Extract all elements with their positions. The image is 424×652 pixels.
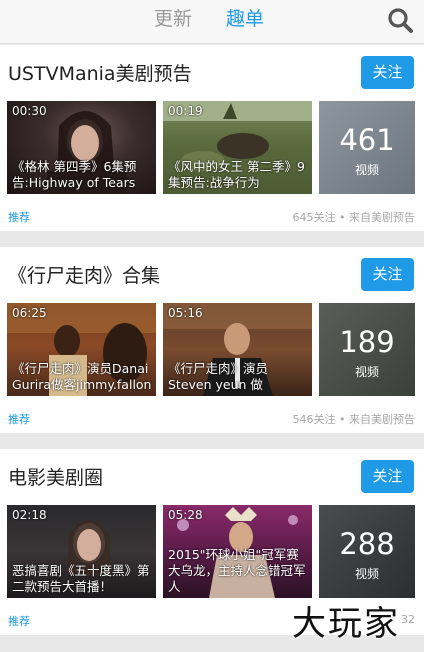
video-count-label: 视频: [354, 163, 379, 177]
tab-update[interactable]: 更新: [154, 6, 192, 32]
card-meta: 546关注 • 来自美剧预告: [292, 413, 415, 426]
video-count-label: 视频: [354, 365, 379, 379]
video-duration: 05:16: [168, 306, 203, 320]
card-title[interactable]: 电影美剧圈: [8, 466, 103, 490]
video-count-tile[interactable]: 461 视频: [319, 101, 415, 194]
tab-playlist[interactable]: 趣单: [226, 6, 264, 32]
video-thumbnail[interactable]: 06:25 《行尸走肉》演员Danai Gurira做客jimmy.fallon: [7, 303, 156, 396]
video-count: 288: [339, 527, 395, 561]
recommend-tag: 推荐: [8, 211, 30, 224]
video-thumbnail[interactable]: 02:18 恶搞喜剧《五十度黑》第二款预告大首播！: [7, 505, 156, 598]
playlist-card[interactable]: 《行尸走肉》合集 关注 06:25 《行尸走肉》演员Danai Gurira做客…: [0, 247, 424, 433]
card-meta: 645关注 • 来自美剧预告: [292, 211, 415, 224]
video-thumbnail[interactable]: 05:28 2015"环球小姐"冠军赛大乌龙，主持人念错冠军人: [163, 505, 312, 598]
video-caption: 2015"环球小姐"冠军赛大乌龙，主持人念错冠军人: [168, 547, 306, 594]
top-bar: 更新 趣单: [0, 0, 424, 44]
video-duration: 05:28: [168, 508, 203, 522]
video-count: 189: [339, 325, 395, 359]
video-count-tile[interactable]: 189 视频: [319, 303, 415, 396]
video-duration: 00:30: [12, 104, 47, 118]
video-caption: 《行尸走肉》演员Danai Gurira做客jimmy.fallon: [12, 361, 152, 392]
recommend-tag: 推荐: [8, 615, 30, 628]
card-title[interactable]: USTVMania美剧预告: [8, 62, 192, 86]
watermark-logo: 大玩家: [292, 604, 400, 644]
video-thumbnail[interactable]: 00:30 《格林 第四季》6集预告:Highway of Tears: [7, 101, 156, 194]
video-count-tile[interactable]: 288 视频: [319, 505, 415, 598]
video-caption: 《格林 第四季》6集预告:Highway of Tears: [12, 159, 137, 190]
video-caption: 《行尸走肉》演员Steven yeun 做: [168, 361, 269, 392]
playlist-card[interactable]: USTVMania美剧预告 关注 00:30 《格林 第四季》6集预告:High…: [0, 45, 424, 231]
video-caption: 恶搞喜剧《五十度黑》第二款预告大首播！: [12, 563, 150, 594]
follow-button[interactable]: 关注: [361, 258, 414, 291]
video-count-label: 视频: [354, 567, 379, 581]
video-duration: 06:25: [12, 306, 47, 320]
video-thumbnail[interactable]: 05:16 《行尸走肉》演员Steven yeun 做: [163, 303, 312, 396]
recommend-tag: 推荐: [8, 413, 30, 426]
video-thumbnail[interactable]: 00:19 《风中的女王 第二季》9集预告:战争行为: [163, 101, 312, 194]
card-title[interactable]: 《行尸走肉》合集: [8, 264, 160, 288]
follow-button[interactable]: 关注: [361, 460, 414, 493]
follow-button[interactable]: 关注: [361, 56, 414, 89]
video-duration: 02:18: [12, 508, 47, 522]
card-meta: 32: [401, 613, 415, 626]
video-count: 461: [339, 123, 395, 157]
video-caption: 《风中的女王 第二季》9集预告:战争行为: [168, 159, 305, 190]
search-icon[interactable]: [386, 6, 414, 34]
video-duration: 00:19: [168, 104, 203, 118]
